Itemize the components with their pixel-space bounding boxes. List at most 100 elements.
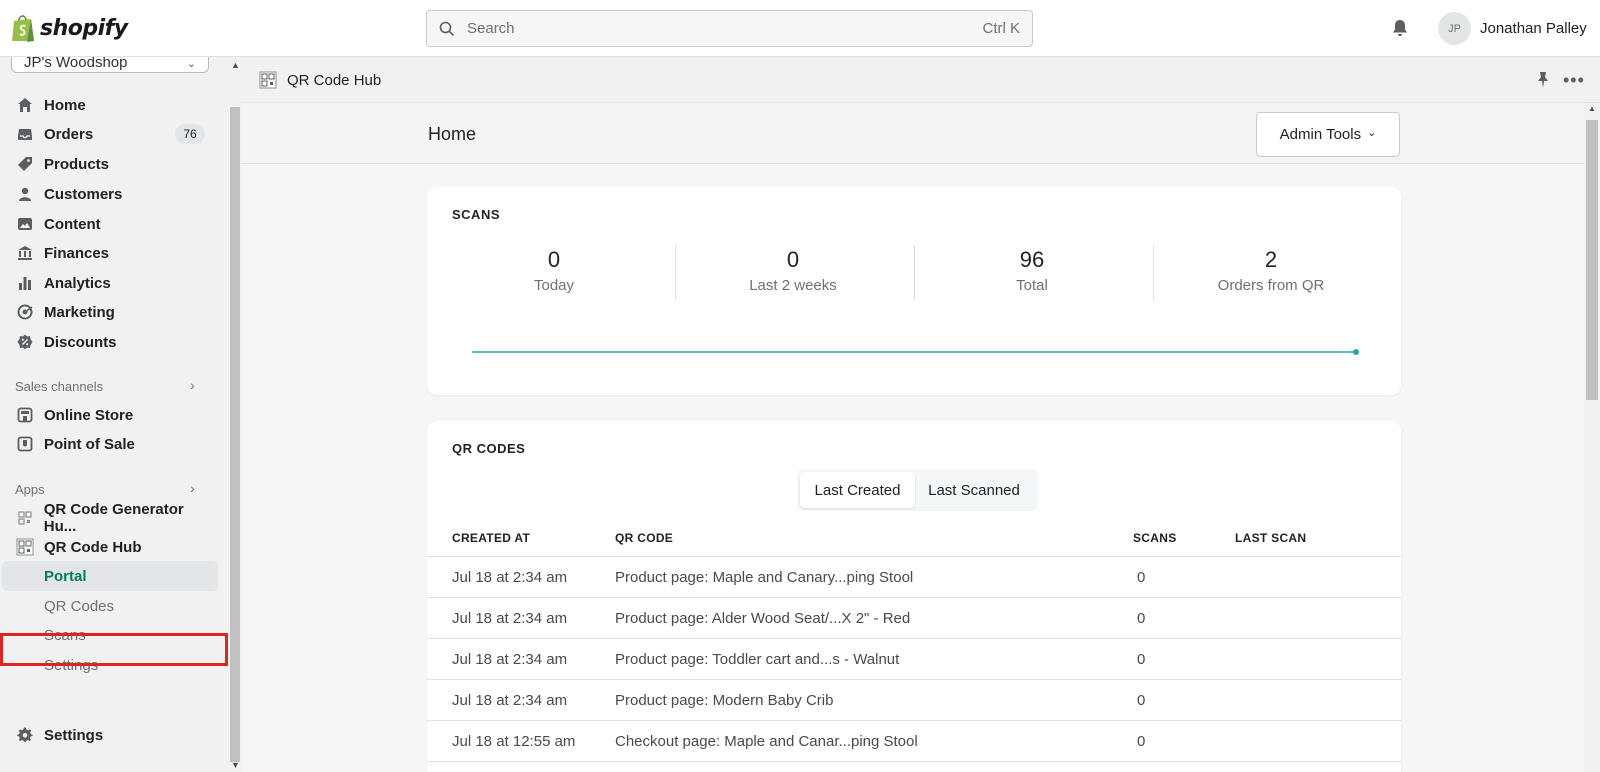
app-title: QR Code Hub bbox=[287, 72, 382, 89]
page-title: Home bbox=[428, 124, 477, 144]
gear-icon bbox=[16, 726, 34, 744]
sales-channels-heading: Sales channels bbox=[15, 379, 104, 394]
sidebar-item-label: Online Store bbox=[44, 406, 134, 424]
top-bar: shopify Search Ctrl K JP Jonathan Palley bbox=[0, 0, 1600, 57]
scans-series-point[interactable] bbox=[1353, 349, 1359, 355]
store-selector[interactable]: JP's Woodshop ⌄ bbox=[11, 57, 209, 73]
sidebar-item-products[interactable]: Products bbox=[0, 149, 218, 179]
column-header-scans[interactable]: SCANS bbox=[1133, 531, 1177, 545]
bell-icon[interactable] bbox=[1390, 18, 1410, 38]
qr-code-cell: Product page: Alder Wood Seat/...X 2" - … bbox=[615, 610, 911, 627]
table-row[interactable]: Jul 18 at 2:34 am Product page: Alder Wo… bbox=[427, 597, 1401, 638]
qr-code-cell: Product page: Toddler cart and...s - Wal… bbox=[615, 651, 900, 668]
stat-orders-from-qr: 2 Orders from QR bbox=[1152, 247, 1390, 294]
chevron-right-icon[interactable]: › bbox=[190, 377, 195, 393]
avatar[interactable]: JP bbox=[1438, 12, 1471, 45]
bank-icon bbox=[16, 244, 34, 262]
search-shortcut: Ctrl K bbox=[982, 20, 1021, 37]
store-name: JP's Woodshop bbox=[24, 57, 128, 71]
shopify-logo[interactable]: shopify bbox=[10, 13, 128, 43]
sidebar-item-qr-code-generator[interactable]: QR Code Generator Hu... bbox=[0, 501, 218, 535]
sidebar-item-home[interactable]: Home bbox=[0, 90, 218, 120]
search-icon bbox=[439, 21, 455, 36]
scans-cell: 0 bbox=[1137, 569, 1146, 586]
admin-tools-label: Admin Tools bbox=[1279, 126, 1362, 143]
main-scrollbar-thumb[interactable] bbox=[1586, 120, 1598, 400]
sidebar-item-label: Orders bbox=[44, 125, 94, 143]
sidebar-item-settings[interactable]: Settings bbox=[0, 720, 218, 750]
sidebar-item-label: Marketing bbox=[44, 303, 115, 321]
column-header-last-scan[interactable]: LAST SCAN bbox=[1235, 531, 1306, 545]
sidebar-item-label: QR Code Hub bbox=[44, 538, 142, 556]
sidebar-item-point-of-sale[interactable]: Point of Sale bbox=[0, 429, 218, 459]
scans-cell: 0 bbox=[1137, 651, 1146, 668]
scroll-up-arrow-icon[interactable]: ▲ bbox=[231, 60, 240, 70]
more-options-icon[interactable]: ••• bbox=[1563, 70, 1585, 91]
content-icon bbox=[16, 215, 34, 233]
table-row[interactable]: Jul 18 at 2:34 am Product page: Modern B… bbox=[427, 679, 1401, 720]
stat-today: 0 Today bbox=[435, 247, 673, 294]
scans-card-title: SCANS bbox=[452, 207, 501, 222]
scans-line-chart bbox=[472, 349, 1359, 355]
stat-total: 96 Total bbox=[913, 247, 1151, 294]
sidebar-item-finances[interactable]: Finances bbox=[0, 238, 218, 268]
scans-card: SCANS 0 Today 0 Last 2 weeks 96 Total 2 … bbox=[427, 187, 1401, 395]
stat-value: 0 bbox=[547, 247, 561, 272]
scans-cell: 0 bbox=[1137, 733, 1146, 750]
orders-count-badge: 76 bbox=[175, 124, 205, 144]
created-at-cell: Jul 18 at 2:34 am bbox=[452, 610, 568, 627]
qr-code-cell: Product page: Modern Baby Crib bbox=[615, 692, 834, 709]
stat-value: 96 bbox=[1019, 247, 1045, 272]
qr-codes-card-title: QR CODES bbox=[452, 441, 526, 456]
table-row-divider bbox=[427, 761, 1401, 772]
last-scanned-tab[interactable]: Last Scanned bbox=[915, 472, 1033, 508]
sidebar-item-portal[interactable]: Portal bbox=[2, 561, 218, 591]
scroll-down-arrow-icon[interactable]: ▼ bbox=[231, 760, 240, 770]
sidebar-item-qr-codes[interactable]: QR Codes bbox=[2, 591, 218, 621]
sidebar-item-analytics[interactable]: Analytics bbox=[0, 268, 218, 298]
qr-codes-card: QR CODES Last Created Last Scanned CREAT… bbox=[427, 421, 1401, 772]
main-scrollbar[interactable] bbox=[1584, 103, 1600, 772]
table-row[interactable]: Jul 18 at 2:34 am Product page: Toddler … bbox=[427, 638, 1401, 679]
sidebar-item-marketing[interactable]: Marketing bbox=[0, 297, 218, 327]
admin-tools-button[interactable]: Admin Tools ⌄ bbox=[1256, 112, 1400, 157]
orders-icon bbox=[16, 125, 34, 143]
username[interactable]: Jonathan Palley bbox=[1480, 20, 1587, 37]
apps-heading: Apps bbox=[15, 482, 45, 497]
chevron-down-icon: ⌄ bbox=[1367, 127, 1377, 139]
chevron-down-icon: ⌄ bbox=[186, 58, 196, 70]
table-row[interactable]: Jul 18 at 2:34 am Product page: Maple an… bbox=[427, 556, 1401, 597]
table-row[interactable]: Jul 18 at 12:55 am Checkout page: Maple … bbox=[427, 720, 1401, 761]
sidebar-item-label: Point of Sale bbox=[44, 435, 135, 453]
stat-label: Orders from QR bbox=[1217, 277, 1325, 294]
stat-label: Last 2 weeks bbox=[749, 277, 837, 294]
column-header-created-at[interactable]: CREATED AT bbox=[452, 531, 530, 545]
stat-value: 0 bbox=[786, 247, 800, 272]
column-header-qr-code[interactable]: QR CODE bbox=[615, 531, 673, 545]
main-content: QR Code Hub ••• Home Admin Tools ⌄ SCANS… bbox=[241, 57, 1600, 772]
target-icon bbox=[16, 303, 34, 321]
scroll-up-arrow-icon[interactable]: ▲ bbox=[1588, 104, 1596, 113]
sidebar-item-content[interactable]: Content bbox=[0, 209, 218, 239]
pin-icon[interactable] bbox=[1535, 71, 1551, 89]
chevron-right-icon[interactable]: › bbox=[190, 480, 195, 496]
sidebar-scrollbar[interactable] bbox=[228, 57, 240, 772]
qr-hub-icon bbox=[16, 538, 34, 556]
tag-icon bbox=[16, 155, 34, 173]
sidebar-item-label: Customers bbox=[44, 185, 123, 203]
sidebar-item-orders[interactable]: Orders 76 bbox=[0, 119, 218, 149]
sidebar-item-online-store[interactable]: Online Store bbox=[0, 400, 218, 430]
search-input[interactable]: Search Ctrl K bbox=[426, 10, 1033, 47]
bar-chart-icon bbox=[16, 274, 34, 292]
created-at-cell: Jul 18 at 12:55 am bbox=[452, 733, 576, 750]
stat-label: Today bbox=[533, 277, 575, 294]
sidebar-scrollbar-thumb[interactable] bbox=[230, 107, 240, 762]
sidebar-item-customers[interactable]: Customers bbox=[0, 179, 218, 209]
sidebar-item-discounts[interactable]: Discounts bbox=[0, 327, 218, 357]
created-at-cell: Jul 18 at 2:34 am bbox=[452, 692, 568, 709]
scans-cell: 0 bbox=[1137, 692, 1146, 709]
qr-code-cell: Checkout page: Maple and Canar...ping St… bbox=[615, 733, 918, 750]
last-created-tab[interactable]: Last Created bbox=[800, 472, 915, 508]
sidebar-item-qr-code-hub[interactable]: QR Code Hub bbox=[0, 532, 218, 562]
search-placeholder: Search bbox=[467, 20, 515, 37]
